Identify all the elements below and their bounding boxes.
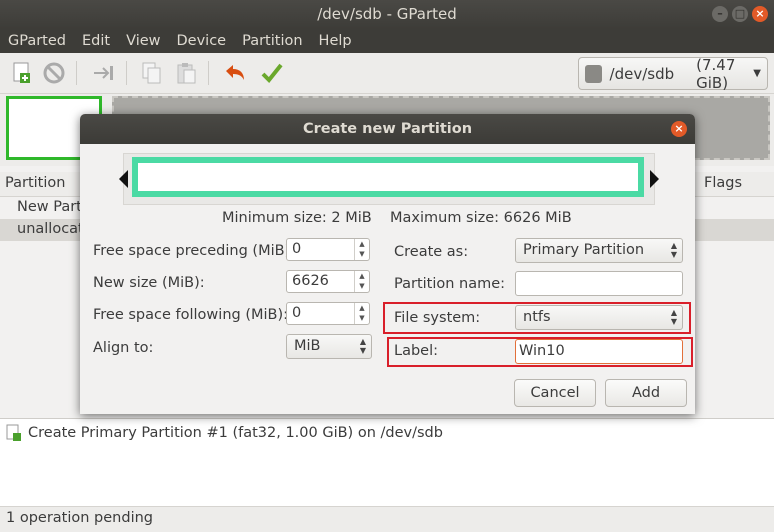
free-preceding-value: 0 [292, 241, 302, 257]
undo-icon[interactable] [222, 61, 246, 85]
copy-icon[interactable] [140, 61, 164, 85]
updown-arrow-icon: ▲ ▼ [359, 337, 366, 355]
device-name: /dev/sdb [609, 64, 675, 83]
partition-name-field[interactable] [515, 271, 683, 296]
window-titlebar: /dev/sdb - GParted – □ × [0, 0, 774, 29]
menu-device[interactable]: Device [169, 33, 235, 49]
spinner-arrows-icon[interactable]: ▲ ▼ [354, 271, 369, 292]
create-as-label: Create as: [394, 244, 469, 260]
disk-icon [585, 64, 602, 83]
create-partition-dialog: Create new Partition × Minimum size: 2 M… [80, 114, 695, 414]
spinner-arrows-icon[interactable]: ▲ ▼ [354, 239, 369, 260]
device-selector[interactable]: /dev/sdb (7.47 GiB) ▼ [578, 55, 768, 92]
file-system-select[interactable]: ntfs ▲ ▼ [515, 305, 683, 330]
align-to-select[interactable]: MiB ▲ ▼ [286, 334, 372, 359]
apply-icon[interactable] [260, 61, 284, 85]
label-label: Label: [394, 343, 439, 359]
free-following-value: 0 [292, 305, 302, 321]
label-field[interactable]: Win10 [515, 339, 683, 364]
paste-icon[interactable] [174, 61, 198, 85]
free-preceding-label: Free space preceding (MiB): [93, 243, 296, 259]
minimize-icon[interactable]: – [712, 6, 728, 22]
new-size-spinbox[interactable]: 6626 ▲ ▼ [286, 270, 370, 293]
align-to-label: Align to: [93, 340, 154, 356]
status-text: 1 operation pending [6, 510, 154, 526]
dialog-title: Create new Partition [302, 121, 473, 137]
partition-size-graph [119, 153, 659, 205]
label-value: Win10 [519, 343, 565, 359]
align-to-value: MiB [294, 338, 321, 354]
close-icon[interactable]: × [752, 6, 768, 22]
close-icon[interactable]: × [671, 121, 687, 137]
column-partition[interactable]: Partition [5, 175, 65, 191]
statusbar: 1 operation pending [0, 506, 774, 532]
column-flags[interactable]: Flags [704, 175, 742, 191]
spinner-arrows-icon[interactable]: ▲ ▼ [354, 303, 369, 324]
window-controls: – □ × [712, 6, 768, 22]
pending-operation-item[interactable]: Create Primary Partition #1 (fat32, 1.00… [6, 424, 443, 442]
add-button[interactable]: Add [605, 379, 687, 407]
chevron-down-icon: ▼ [753, 68, 761, 79]
cancel-button[interactable]: Cancel [514, 379, 596, 407]
max-size-label: Maximum size: 6626 MiB [390, 210, 572, 226]
new-size-value: 6626 [292, 273, 329, 289]
menu-gparted[interactable]: GParted [0, 33, 74, 49]
menu-partition[interactable]: Partition [234, 33, 310, 49]
new-partition-icon[interactable] [10, 61, 34, 85]
menubar: GParted Edit View Device Partition Help [0, 29, 774, 53]
menu-edit[interactable]: Edit [74, 33, 118, 49]
menu-help[interactable]: Help [311, 33, 360, 49]
delete-icon[interactable] [42, 61, 66, 85]
new-partition-icon [6, 424, 21, 441]
min-size-label: Minimum size: 2 MiB [222, 210, 372, 226]
create-as-value: Primary Partition [523, 242, 645, 258]
updown-arrow-icon: ▲ ▼ [670, 241, 677, 259]
free-following-label: Free space following (MiB): [93, 307, 289, 323]
create-as-select[interactable]: Primary Partition ▲ ▼ [515, 238, 683, 263]
resize-handle-left-icon[interactable] [119, 170, 128, 188]
free-preceding-spinbox[interactable]: 0 ▲ ▼ [286, 238, 370, 261]
maximize-icon[interactable]: □ [732, 6, 748, 22]
device-size: (7.47 GiB) [696, 55, 736, 92]
dialog-titlebar: Create new Partition × [80, 114, 695, 144]
partition-size-bar[interactable] [132, 157, 644, 197]
pending-operations-panel: Create Primary Partition #1 (fat32, 1.00… [0, 418, 774, 507]
window-title: /dev/sdb - GParted [317, 5, 457, 23]
menu-view[interactable]: View [118, 33, 168, 49]
toolbar: /dev/sdb (7.47 GiB) ▼ [0, 53, 774, 94]
updown-arrow-icon: ▲ ▼ [670, 308, 677, 326]
resize-move-icon[interactable] [92, 61, 116, 85]
free-following-spinbox[interactable]: 0 ▲ ▼ [286, 302, 370, 325]
resize-handle-right-icon[interactable] [650, 170, 659, 188]
partition-name-label: Partition name: [394, 276, 506, 292]
new-size-label: New size (MiB): [93, 275, 205, 291]
list-item-label: New Parti [17, 199, 86, 215]
file-system-label: File system: [394, 310, 481, 326]
file-system-value: ntfs [523, 309, 551, 325]
pending-operation-text: Create Primary Partition #1 (fat32, 1.00… [28, 425, 443, 441]
